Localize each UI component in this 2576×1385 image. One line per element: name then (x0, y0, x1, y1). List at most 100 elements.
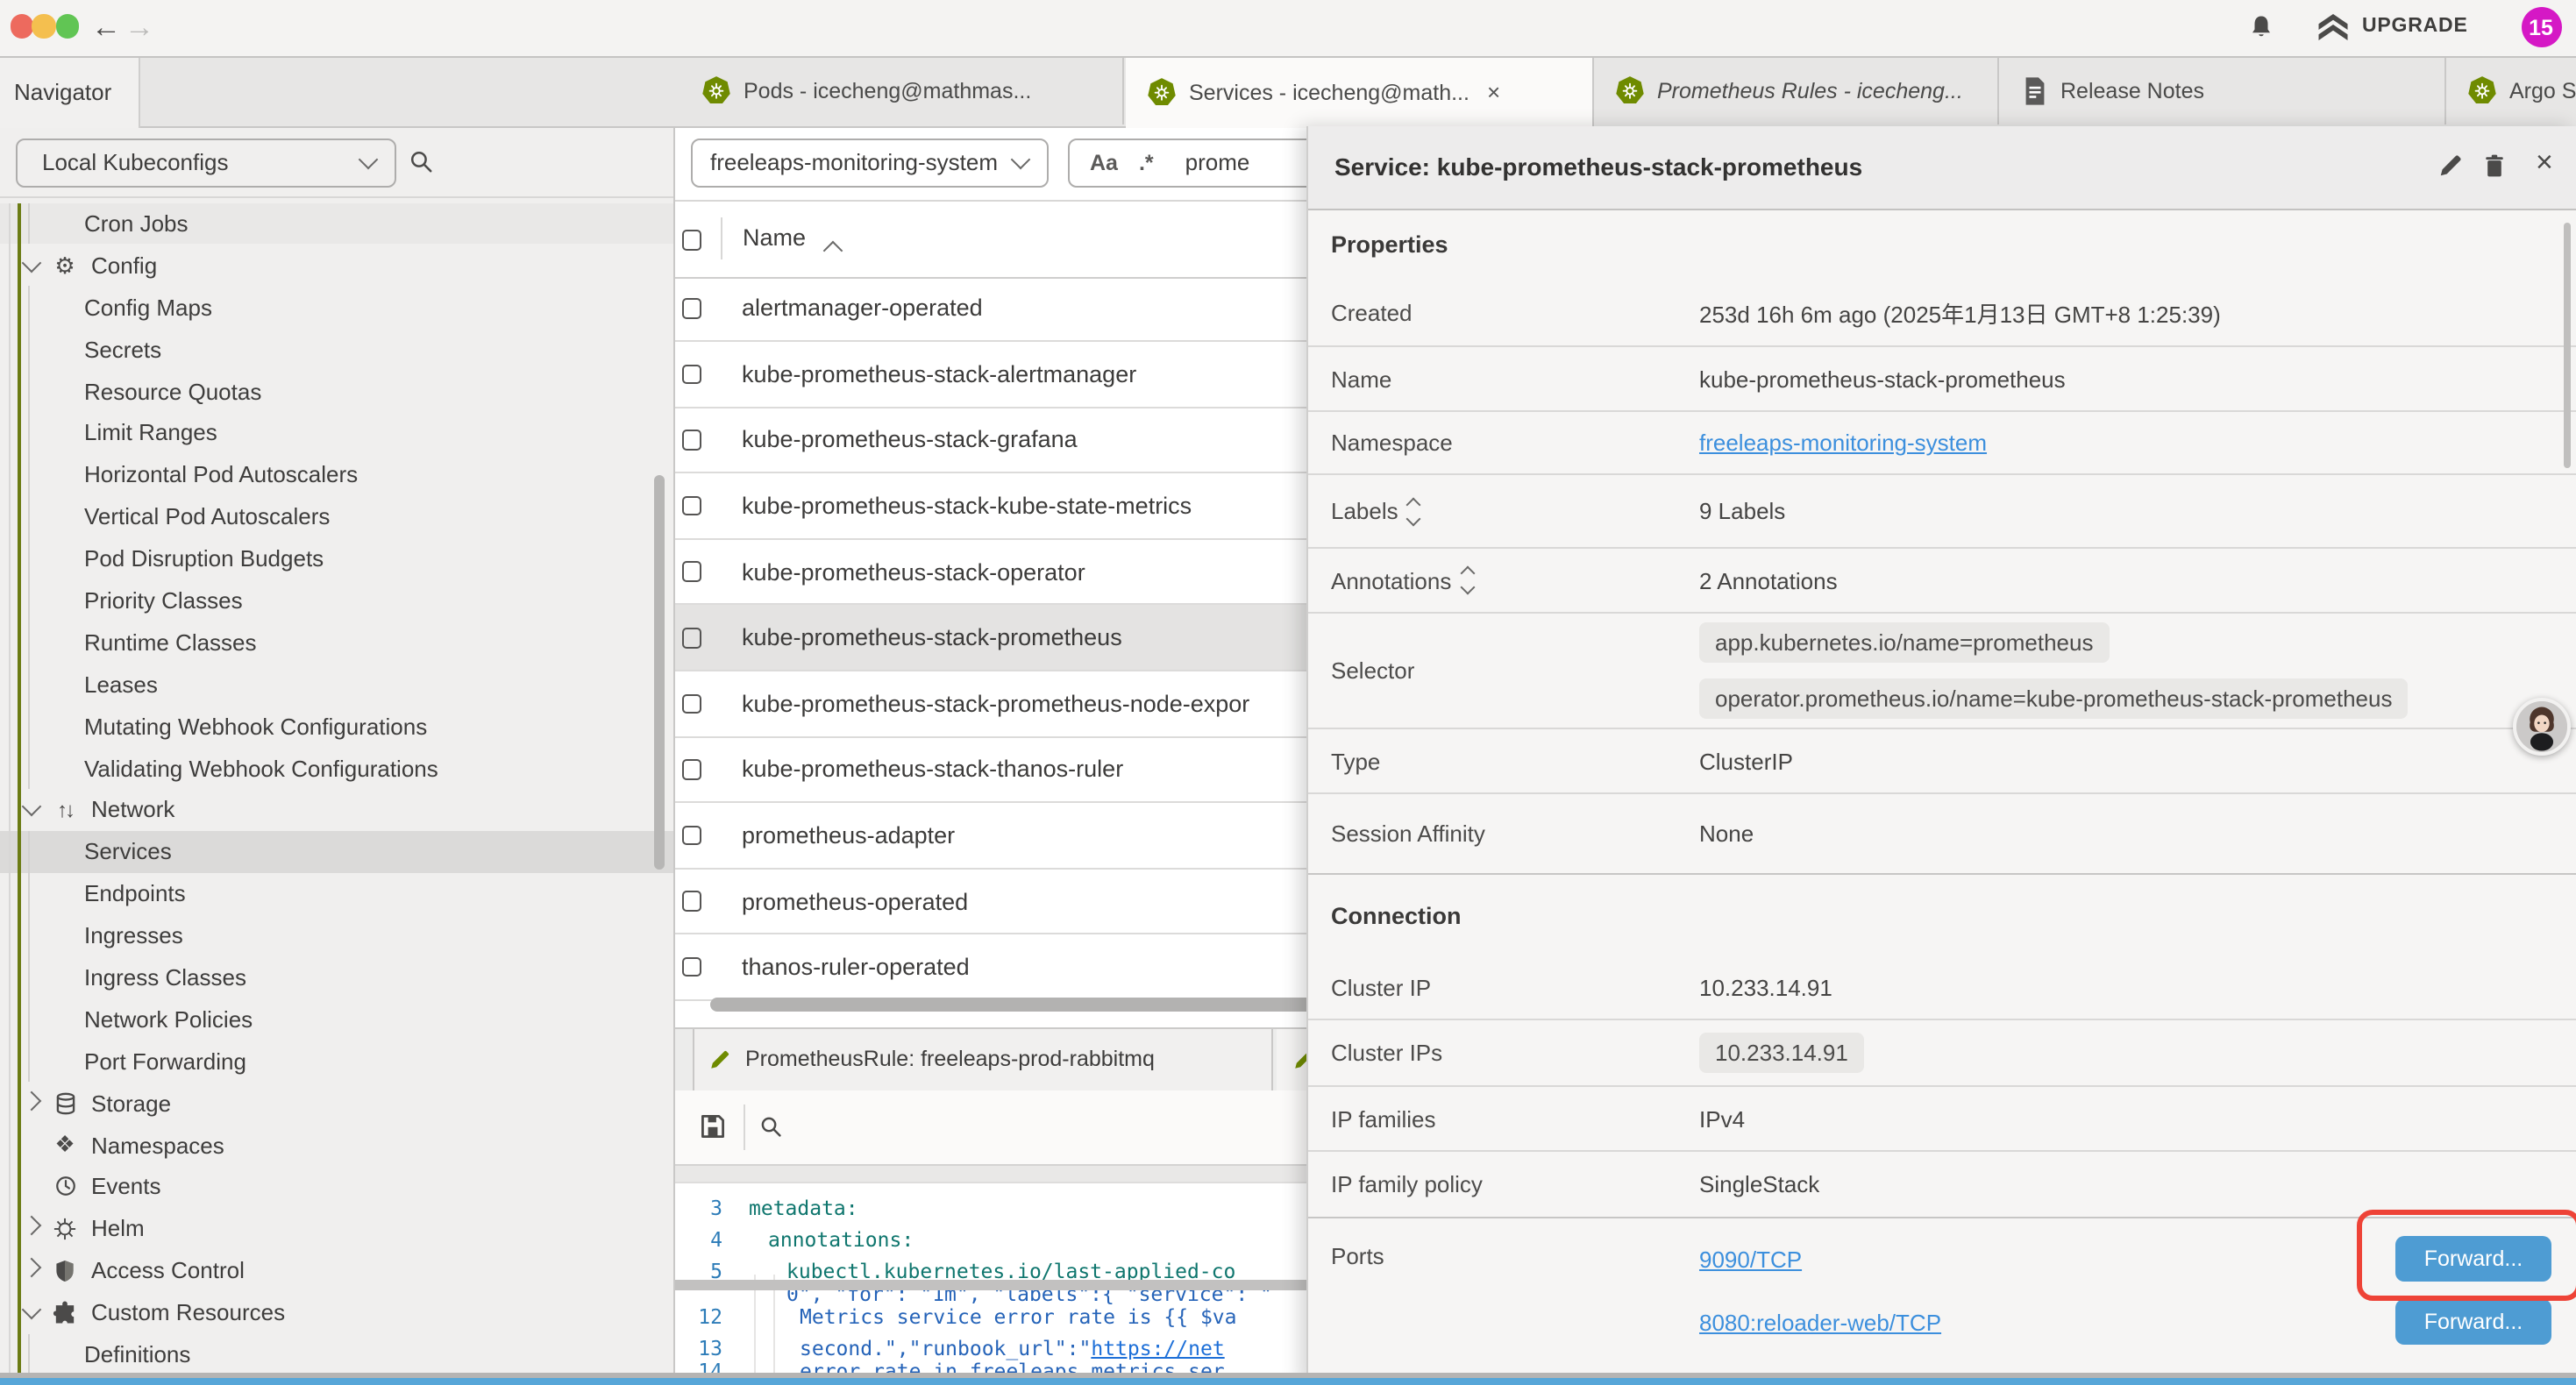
kubernetes-icon (2467, 75, 2497, 105)
sidebar-item-vertical-pod-autoscalers[interactable]: Vertical Pod Autoscalers (0, 495, 673, 537)
sidebar-item-namespaces[interactable]: ❖Namespaces (0, 1124, 673, 1166)
row-checkbox[interactable] (681, 759, 701, 779)
forward-button-8080[interactable]: Forward... (2395, 1299, 2551, 1345)
match-case-toggle[interactable]: Aa (1090, 151, 1118, 175)
connection-row-cluster-ips: Cluster IPs 10.233.14.91 (1308, 1020, 2576, 1087)
sidebar-item-priority-classes[interactable]: Priority Classes (0, 579, 673, 621)
divider (744, 1104, 745, 1150)
sidebar-item-runtime-classes[interactable]: Runtime Classes (0, 621, 673, 664)
edit-icon[interactable] (2437, 152, 2464, 187)
labels-count[interactable]: 9 Labels (1699, 498, 1785, 524)
sidebar-item-secrets[interactable]: Secrets (0, 328, 673, 370)
sidebar-item-resource-quotas[interactable]: Resource Quotas (0, 370, 673, 412)
detail-scrollbar[interactable] (2563, 222, 2571, 467)
tab-services[interactable]: Services - icecheng@math... × (1126, 57, 1594, 127)
port-link-9090[interactable]: 9090/TCP (1699, 1246, 1802, 1272)
sidebar-item-storage[interactable]: Storage (0, 1082, 673, 1124)
row-checkbox[interactable] (681, 957, 701, 977)
sidebar-item-limit-ranges[interactable]: Limit Ranges (0, 412, 673, 454)
chevron-right-icon (22, 1258, 42, 1278)
row-checkbox[interactable] (681, 430, 701, 450)
property-row-selector: Selector app.kubernetes.io/name=promethe… (1308, 614, 2576, 729)
sidebar-item-mutating-webhook-configurations[interactable]: Mutating Webhook Configurations (0, 705, 673, 747)
window-close-button[interactable] (11, 15, 34, 39)
code-line: annotations: (768, 1227, 914, 1252)
sidebar-item-config[interactable]: ⚙Config (0, 245, 673, 287)
notification-badge[interactable]: 15 (2521, 7, 2561, 47)
row-checkbox[interactable] (681, 628, 701, 648)
created-value: 253d 16h 6m ago (2025年1月13日 GMT+8 1:25:3… (1699, 296, 2221, 330)
expand-collapse-icon[interactable] (1409, 499, 1420, 523)
sidebar-item-events[interactable]: Events (0, 1166, 673, 1208)
selector-chip[interactable]: operator.prometheus.io/name=kube-prometh… (1699, 678, 2409, 719)
resource-tree: Cron Jobs ⚙Config Config Maps Secrets Re… (0, 202, 673, 1385)
window-minimize-button[interactable] (32, 15, 56, 39)
kubeconfig-selector[interactable]: Local Kubeconfigs (16, 138, 396, 187)
sidebar-item-port-forwarding[interactable]: Port Forwarding (0, 1041, 673, 1083)
tab-argo[interactable]: Argo Se (2446, 57, 2576, 124)
cluster-ips-chip[interactable]: 10.233.14.91 (1699, 1033, 1864, 1073)
sidebar-item-access-control[interactable]: Access Control (0, 1250, 673, 1292)
sidebar-item-network[interactable]: ↑↓Network (0, 789, 673, 831)
puzzle-icon (49, 1300, 81, 1325)
property-row-labels: Labels 9 Labels (1308, 475, 2576, 549)
tab-pods[interactable]: Pods - icecheng@mathmas... (680, 57, 1124, 124)
sidebar-item-horizontal-pod-autoscalers[interactable]: Horizontal Pod Autoscalers (0, 454, 673, 496)
sidebar-item-services[interactable]: Services (0, 831, 673, 873)
bell-icon[interactable] (2248, 14, 2274, 49)
sidebar-item-endpoints[interactable]: Endpoints (0, 873, 673, 915)
tab-prometheus-rules[interactable]: Prometheus Rules - icecheng... (1594, 57, 1999, 124)
editor-tab-prometheusrule[interactable]: PrometheusRule: freeleaps-prod-rabbitmq (693, 1028, 1273, 1090)
sidebar-item-pod-disruption-budgets[interactable]: Pod Disruption Budgets (0, 537, 673, 579)
shield-icon (49, 1258, 81, 1282)
regex-toggle[interactable]: .* (1139, 151, 1154, 175)
network-arrows-icon: ↑↓ (49, 798, 81, 822)
row-checkbox[interactable] (681, 693, 701, 714)
window-zoom-button[interactable] (56, 15, 80, 39)
save-icon[interactable] (698, 1112, 728, 1150)
row-checkbox[interactable] (681, 298, 701, 318)
sidebar-item-ingresses[interactable]: Ingresses (0, 914, 673, 956)
sort-ascending-icon[interactable] (823, 241, 843, 261)
row-checkbox[interactable] (681, 364, 701, 384)
row-checkbox[interactable] (681, 496, 701, 516)
namespace-selector[interactable]: freeleaps-monitoring-system (691, 138, 1049, 187)
row-checkbox[interactable] (681, 826, 701, 846)
connection-row-ip-families: IP families IPv4 (1308, 1087, 2576, 1152)
select-all-checkbox[interactable] (681, 230, 701, 250)
helm-icon (49, 1217, 81, 1241)
sidebar-item-custom-resources[interactable]: Custom Resources (0, 1291, 673, 1333)
forward-button-9090[interactable]: Forward... (2395, 1236, 2551, 1282)
upgrade-icon[interactable] (2316, 14, 2350, 49)
port-link-8080-reloader-web[interactable]: 8080:reloader-web/TCP (1699, 1309, 1941, 1335)
delete-icon[interactable] (2483, 152, 2506, 187)
row-checkbox[interactable] (681, 562, 701, 582)
editor-search-icon[interactable] (759, 1115, 782, 1147)
namespace-link[interactable]: freeleaps-monitoring-system (1699, 430, 1987, 456)
selector-chip[interactable]: app.kubernetes.io/name=prometheus (1699, 622, 2109, 663)
tab-navigator[interactable]: Navigator (0, 57, 140, 127)
page-title: Service: kube-prometheus-stack-prometheu… (1334, 153, 1862, 181)
sidebar-item-config-maps[interactable]: Config Maps (0, 287, 673, 329)
row-checkbox[interactable] (681, 891, 701, 912)
window-bottom-accent (0, 1377, 2576, 1385)
sidebar-scrollbar[interactable] (654, 475, 665, 870)
sidebar-item-helm[interactable]: Helm (0, 1208, 673, 1250)
sidebar-item-definitions[interactable]: Definitions (0, 1333, 673, 1375)
tab-close-icon[interactable]: × (1487, 79, 1500, 105)
expand-collapse-icon[interactable] (1462, 568, 1472, 593)
upgrade-button[interactable]: UPGRADE (2362, 16, 2468, 37)
column-header-name[interactable]: Name (743, 224, 806, 251)
close-icon[interactable]: × (2536, 145, 2553, 180)
sidebar-item-validating-webhook-configurations[interactable]: Validating Webhook Configurations (0, 747, 673, 789)
annotations-count[interactable]: 2 Annotations (1699, 567, 1838, 593)
sidebar-item-leases[interactable]: Leases (0, 664, 673, 706)
sidebar-item-cron-jobs[interactable]: Cron Jobs (0, 202, 673, 245)
sidebar-item-ingress-classes[interactable]: Ingress Classes (0, 956, 673, 998)
sidebar-item-network-policies[interactable]: Network Policies (0, 998, 673, 1041)
forward-button[interactable]: → (125, 9, 154, 46)
back-button[interactable]: ← (91, 9, 121, 46)
search-icon[interactable] (409, 148, 433, 181)
tab-release-notes[interactable]: Release Notes (1999, 57, 2446, 124)
avatar[interactable] (2513, 698, 2571, 756)
